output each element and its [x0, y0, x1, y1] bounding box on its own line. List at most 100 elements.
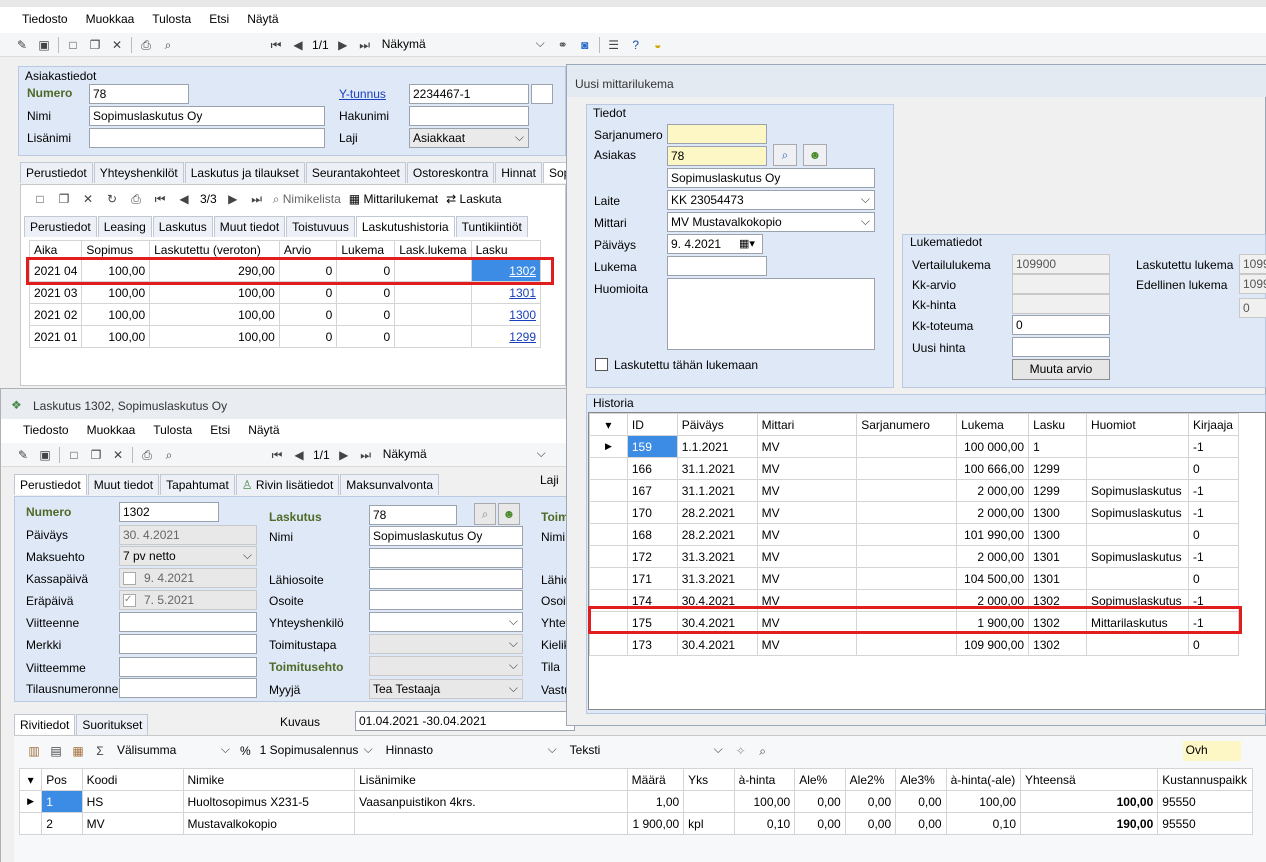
uusihinta-field[interactable]	[1012, 337, 1110, 357]
col-koodi[interactable]: Koodi	[81, 768, 184, 791]
table-row[interactable]: 2021 01 100,00 100,00 0 0 1299	[28, 325, 542, 348]
col-ale2[interactable]: Ale2%	[844, 768, 897, 791]
maksuehto-select[interactable]: 7 pv netto	[119, 546, 257, 566]
calendar-icon[interactable]: ▦▾	[739, 237, 755, 250]
tab-rivin-lisatiedot[interactable]: ♙ Rivin lisätiedot	[235, 474, 340, 495]
numero-field[interactable]: 78	[89, 84, 189, 104]
col-nimike[interactable]: Nimike	[182, 768, 356, 791]
new-icon[interactable]: □	[65, 37, 81, 53]
next-record-icon[interactable]: ▶	[225, 191, 241, 207]
menu-etsi[interactable]: Etsi	[209, 12, 229, 26]
sum-icon[interactable]: Σ	[92, 743, 108, 759]
kkhinta-field[interactable]	[1012, 294, 1110, 314]
print-icon[interactable]: ⎙	[128, 191, 144, 207]
search-icon[interactable]: ⌕	[474, 503, 496, 525]
table-row[interactable]: 2021 02 100,00 100,00 0 0 1300	[28, 303, 542, 326]
table-row[interactable]: 172 31.3.2021 MV 2 000,00 1301 Sopimuslaskutu…	[589, 545, 1240, 568]
sarjanumero-field[interactable]	[667, 124, 767, 144]
edit-icon[interactable]: ✎	[14, 37, 30, 53]
view-select[interactable]: Näkymä	[380, 445, 550, 465]
binoculars-icon[interactable]: ⌕	[161, 447, 177, 463]
next-record-icon[interactable]: ▶	[336, 447, 352, 463]
person-icon[interactable]: ☻	[498, 503, 520, 525]
nimi-field[interactable]: Sopimuslaskutus Oy	[89, 106, 325, 126]
menu-tiedosto[interactable]: Tiedosto	[22, 12, 68, 26]
inv-nimi2-field[interactable]	[369, 548, 523, 568]
edellinen-lukema-field[interactable]: 1099	[1239, 274, 1266, 294]
tab-muut-tiedot[interactable]: Muut tiedot	[87, 474, 160, 495]
table-row[interactable]: 168 28.2.2021 MV 101 990,00 1300 0	[589, 523, 1240, 546]
tab-suoritukset[interactable]: Suoritukset	[76, 714, 149, 735]
help-icon[interactable]: ?	[628, 37, 644, 53]
menu-muokkaa[interactable]: Muokkaa	[87, 423, 136, 437]
row-selector[interactable]	[18, 812, 43, 835]
table-row[interactable]: 167 31.1.2021 MV 2 000,00 1299 Sopimuslaskutu…	[589, 479, 1240, 502]
first-record-icon[interactable]: ⏮	[268, 37, 284, 53]
inv-numero-field[interactable]: 1302	[119, 502, 219, 522]
insert-rows-icon[interactable]: ▥	[26, 743, 42, 759]
ytunnus-extra-field[interactable]	[531, 84, 553, 104]
copy-rows-icon[interactable]: ▤	[48, 743, 64, 759]
first-record-icon[interactable]: ⏮	[152, 191, 168, 207]
erapaiva-checkbox[interactable]: ✓	[123, 594, 136, 607]
ytunnus-link[interactable]: Y-tunnus	[339, 87, 386, 101]
toimitustapa-select[interactable]	[369, 634, 523, 654]
alennus-select[interactable]: 1 Sopimusalennus	[257, 741, 377, 761]
table-row[interactable]: 173 30.4.2021 MV 109 900,00 1302 0	[589, 633, 1240, 656]
copy-icon[interactable]: ❐	[87, 37, 103, 53]
grid-icon[interactable]: ▦	[70, 743, 86, 759]
copy-icon[interactable]: ❐	[88, 447, 104, 463]
binoculars-icon[interactable]: ⌕	[160, 37, 176, 53]
nimikelista-button[interactable]: ⌕ Nimikelista	[273, 192, 341, 207]
save-icon[interactable]: ▣	[36, 37, 52, 53]
lisanimi-field[interactable]	[89, 128, 325, 148]
asiakas-nimi-field[interactable]: Sopimuslaskutus Oy	[667, 168, 875, 188]
merkki-field[interactable]	[119, 634, 257, 654]
kktoteuma-field[interactable]: 0	[1012, 315, 1110, 335]
tab-contract-perustiedot[interactable]: Perustiedot	[24, 216, 97, 237]
col-ale3[interactable]: Ale3%	[895, 768, 947, 791]
muuta-arvio-button[interactable]: Muuta arvio	[1012, 359, 1110, 380]
col-lisanimike[interactable]: Lisänimike	[354, 768, 628, 791]
tab-rivitiedot[interactable]: Rivitiedot	[14, 714, 76, 735]
tab-laskutus[interactable]: Laskutus	[152, 216, 213, 237]
first-record-icon[interactable]: ⏮	[269, 447, 285, 463]
new-icon[interactable]: □	[66, 447, 82, 463]
ovh-field[interactable]: Ovh	[1182, 741, 1241, 761]
database-icon[interactable]: ◙	[577, 37, 593, 53]
table-row[interactable]: 171 31.3.2021 MV 104 500,00 1301 0	[589, 567, 1240, 590]
prev-record-icon[interactable]: ◀	[290, 37, 306, 53]
inv-nimi-field[interactable]: Sopimuslaskutus Oy	[369, 526, 523, 546]
row-selector[interactable]	[589, 501, 628, 524]
save-icon[interactable]: ▣	[37, 447, 53, 463]
tab-laskutus-ja-tilaukset[interactable]: Laskutus ja tilaukset	[184, 162, 305, 183]
prev-record-icon[interactable]: ◀	[291, 447, 307, 463]
invoice-link[interactable]: 1300	[470, 303, 542, 326]
link-icon[interactable]: ⚭	[555, 37, 571, 53]
delete-icon[interactable]: ✕	[80, 191, 96, 207]
list-icon[interactable]: ☰	[606, 37, 622, 53]
hinnasto-select[interactable]: Hinnasto	[383, 741, 561, 761]
delete-icon[interactable]: ✕	[110, 447, 126, 463]
search-icon[interactable]: ⌕	[773, 144, 797, 166]
col-yks[interactable]: Yks	[683, 768, 735, 791]
ytunnus-field[interactable]: 2234467-1	[409, 84, 529, 104]
tab-toistuvuus[interactable]: Toistuvuus	[286, 216, 355, 237]
invoice-link[interactable]: 1299	[470, 325, 542, 348]
col-paivays[interactable]: Päiväys	[676, 413, 758, 436]
wand-icon[interactable]: ✧	[733, 743, 749, 759]
last-record-icon[interactable]: ⏭	[357, 37, 373, 53]
col-lukema[interactable]: Lukema	[956, 413, 1030, 436]
inv-paivays-field[interactable]: 30. 4.2021	[119, 525, 257, 545]
teksti-select[interactable]: Teksti	[567, 741, 727, 761]
extra-field[interactable]: 0	[1239, 298, 1266, 318]
person-icon[interactable]: ☻	[803, 144, 827, 166]
mittarilukemat-button[interactable]: ▦ Mittarilukemat	[349, 192, 438, 206]
col-a-hinta[interactable]: à-hinta	[733, 768, 796, 791]
toimitusehto-select[interactable]	[369, 656, 523, 676]
table-row[interactable]: ▶ 1 HS Huoltosopimus X231-5 Vaasanpuisti…	[18, 790, 1253, 813]
tab-yhteyshenkilot[interactable]: Yhteyshenkilöt	[93, 162, 184, 183]
mittari-select[interactable]: MV Mustavalkokopio	[667, 212, 875, 232]
row-selector[interactable]	[589, 479, 628, 502]
view-select[interactable]: Näkymä	[379, 35, 549, 55]
